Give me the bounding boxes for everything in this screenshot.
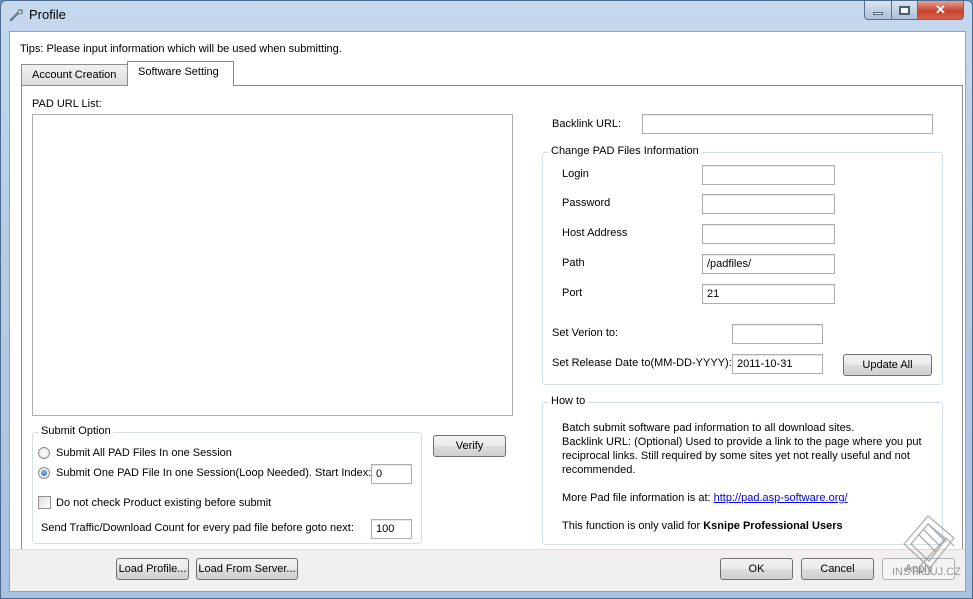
minimize-button[interactable] xyxy=(864,1,892,20)
submit-one-radio[interactable] xyxy=(38,467,50,479)
title-bar[interactable]: Profile ✕ xyxy=(1,1,972,29)
watermark-text: INSTALUJ.CZ xyxy=(892,566,961,578)
set-version-input[interactable] xyxy=(732,324,823,344)
login-label: Login xyxy=(562,168,589,180)
backlink-url-input[interactable] xyxy=(642,114,933,134)
tab-software-setting[interactable]: Software Setting xyxy=(127,61,234,86)
client-area: Tips: Please input information which wil… xyxy=(9,31,966,592)
no-check-label[interactable]: Do not check Product existing before sub… xyxy=(56,497,271,509)
traffic-count-label: Send Traffic/Download Count for every pa… xyxy=(41,522,354,534)
submit-option-group: Submit Option Submit All PAD Files In on… xyxy=(32,425,422,544)
how-to-text: Batch submit software pad information to… xyxy=(562,421,922,533)
submit-one-label[interactable]: Submit One PAD File In one Session(Loop … xyxy=(56,467,371,479)
valid-users-bold: Ksnipe Professional Users xyxy=(703,520,843,532)
more-info-line: More Pad file information is at: http://… xyxy=(562,491,922,505)
more-info-prefix: More Pad file information is at: xyxy=(562,492,714,504)
profile-window: Profile ✕ Tips: Please input information… xyxy=(0,0,973,599)
submit-option-legend: Submit Option xyxy=(39,425,113,437)
port-label: Port xyxy=(562,287,583,299)
tab-account-creation[interactable]: Account Creation xyxy=(21,64,128,85)
port-input[interactable] xyxy=(702,284,835,304)
traffic-count-input[interactable] xyxy=(371,519,412,539)
how-to-line-2: Backlink URL: (Optional) Used to provide… xyxy=(562,436,922,476)
change-pad-files-legend: Change PAD Files Information xyxy=(549,145,701,157)
release-date-input[interactable] xyxy=(732,354,823,374)
pad-url-list-label: PAD URL List: xyxy=(32,98,102,110)
minimize-icon xyxy=(873,11,883,15)
set-version-label: Set Verion to: xyxy=(552,327,619,339)
close-button[interactable]: ✕ xyxy=(918,1,964,20)
host-address-label: Host Address xyxy=(562,227,628,239)
path-input[interactable] xyxy=(702,254,835,274)
verify-button[interactable]: Verify xyxy=(433,435,506,457)
tips-text: Tips: Please input information which wil… xyxy=(20,43,342,55)
cancel-button[interactable]: Cancel xyxy=(801,558,874,580)
submit-all-label[interactable]: Submit All PAD Files In one Session xyxy=(56,447,232,459)
valid-users-prefix: This function is only valid for xyxy=(562,520,704,532)
pad-info-link[interactable]: http://pad.asp-software.org/ xyxy=(714,492,848,504)
close-icon: ✕ xyxy=(935,2,946,17)
release-date-label: Set Release Date to(MM-DD-YYYY): xyxy=(552,357,732,369)
pad-url-listbox[interactable] xyxy=(32,114,513,416)
ok-button[interactable]: OK xyxy=(720,558,793,580)
window-title: Profile xyxy=(29,7,66,22)
path-label: Path xyxy=(562,257,585,269)
login-input[interactable] xyxy=(702,165,835,185)
host-address-input[interactable] xyxy=(702,224,835,244)
maximize-button[interactable] xyxy=(892,1,918,20)
maximize-icon xyxy=(899,5,910,15)
password-input[interactable] xyxy=(702,194,835,214)
password-label: Password xyxy=(562,197,611,209)
how-to-group: How to Batch submit software pad informa… xyxy=(542,395,943,545)
how-to-legend: How to xyxy=(549,395,588,407)
backlink-url-label: Backlink URL: xyxy=(552,118,622,130)
how-to-line-1: Batch submit software pad information to… xyxy=(562,422,855,434)
start-index-input[interactable] xyxy=(371,464,412,484)
submit-all-radio[interactable] xyxy=(38,447,50,459)
footer-bar: Load Profile... Load From Server... OK C… xyxy=(10,549,965,591)
update-all-button[interactable]: Update All xyxy=(843,354,932,376)
valid-users-line: This function is only valid for Ksnipe P… xyxy=(562,519,922,533)
load-profile-button[interactable]: Load Profile... xyxy=(116,558,189,580)
software-setting-panel: PAD URL List: Backlink URL: Change PAD F… xyxy=(21,85,963,551)
load-from-server-button[interactable]: Load From Server... xyxy=(196,558,298,580)
change-pad-files-group: Change PAD Files Information Login Passw… xyxy=(542,145,943,385)
wrench-app-icon xyxy=(9,9,23,22)
no-check-checkbox[interactable] xyxy=(38,496,51,509)
